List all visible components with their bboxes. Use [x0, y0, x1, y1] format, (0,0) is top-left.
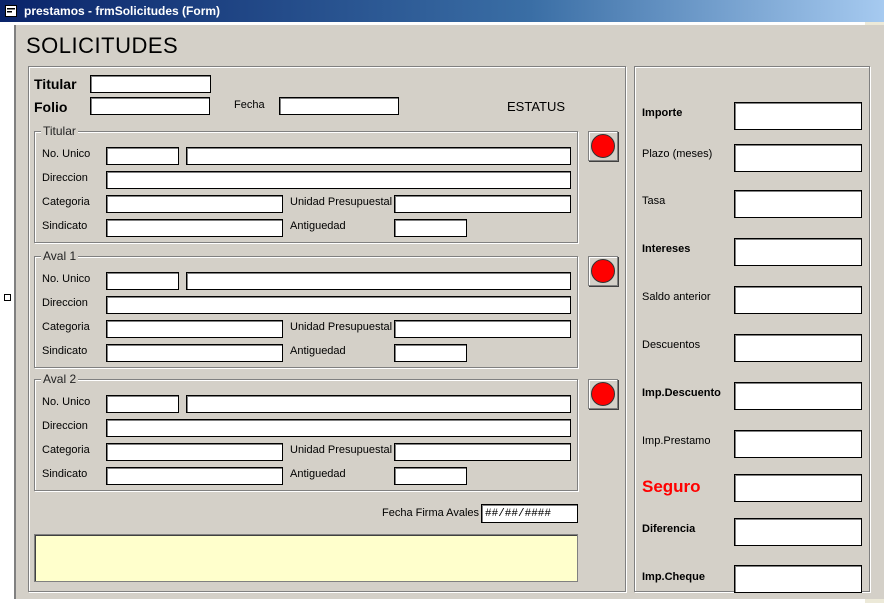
imp-cheque-input[interactable]	[734, 565, 862, 593]
titular-unidad-label: Unidad Presupuestal	[290, 196, 393, 208]
titular-antiguedad-label: Antiguedad	[290, 220, 346, 232]
diferencia-label: Diferencia	[642, 523, 696, 535]
titular-direccion-input[interactable]	[106, 171, 571, 189]
fecha-label: Fecha	[234, 99, 265, 111]
tasa-label: Tasa	[642, 195, 666, 207]
plazo-input[interactable]	[734, 144, 862, 172]
imp-descuento-input[interactable]	[734, 382, 862, 410]
importe-input[interactable]	[734, 102, 862, 130]
aval2-direccion-label: Direccion	[42, 420, 88, 432]
aval2-unidad-label: Unidad Presupuestal	[290, 444, 393, 456]
page-title: SOLICITUDES	[26, 33, 179, 58]
intereses-input[interactable]	[734, 238, 862, 266]
imp-descuento-label: Imp.Descuento	[642, 387, 721, 399]
descuentos-label: Descuentos	[642, 339, 701, 351]
titular-unidad-input[interactable]	[394, 195, 571, 213]
aval1-no-unico-label: No. Unico	[42, 273, 91, 285]
imp-prestamo-label: Imp.Prestamo	[642, 435, 711, 447]
window-title: prestamos - frmSolicitudes (Form)	[24, 4, 221, 18]
group-aval-2-title: Aval 2	[41, 372, 79, 386]
aval2-unidad-input[interactable]	[394, 443, 571, 461]
titular-antiguedad-input[interactable]	[394, 219, 467, 237]
aval2-no-unico-input[interactable]	[106, 395, 179, 413]
red-circle-icon	[591, 382, 615, 406]
titular-nombre-input[interactable]	[186, 147, 571, 165]
aval2-categoria-input[interactable]	[106, 443, 283, 461]
red-circle-icon	[591, 259, 615, 283]
titular-categoria-input[interactable]	[106, 195, 283, 213]
titular-no-unico-label: No. Unico	[42, 148, 91, 160]
estatus-label: ESTATUS	[507, 99, 566, 114]
aval1-categoria-label: Categoria	[42, 321, 90, 333]
red-circle-icon	[591, 134, 615, 158]
window-titlebar[interactable]: prestamos - frmSolicitudes (Form)	[0, 0, 884, 22]
aval1-antiguedad-label: Antiguedad	[290, 345, 346, 357]
imp-prestamo-input[interactable]	[734, 430, 862, 458]
aval1-unidad-label: Unidad Presupuestal	[290, 321, 393, 333]
fecha-firma-input[interactable]	[481, 504, 578, 523]
titular-categoria-label: Categoria	[42, 196, 90, 208]
tasa-input[interactable]	[734, 190, 862, 218]
selection-handle[interactable]	[4, 294, 11, 301]
aval2-nombre-input[interactable]	[186, 395, 571, 413]
titular-direccion-label: Direccion	[42, 172, 88, 184]
aval1-unidad-input[interactable]	[394, 320, 571, 338]
plazo-label: Plazo (meses)	[642, 148, 713, 160]
notes-area[interactable]	[34, 534, 578, 582]
fecha-firma-label: Fecha Firma Avales	[382, 507, 480, 519]
titular-sindicato-label: Sindicato	[42, 220, 88, 232]
aval2-sindicato-input[interactable]	[106, 467, 283, 485]
aval1-sindicato-label: Sindicato	[42, 345, 88, 357]
aval1-direccion-input[interactable]	[106, 296, 571, 314]
seguro-input[interactable]	[734, 474, 862, 502]
imp-cheque-label: Imp.Cheque	[642, 571, 705, 583]
aval1-nombre-input[interactable]	[186, 272, 571, 290]
aval2-antiguedad-label: Antiguedad	[290, 468, 346, 480]
aval1-no-unico-input[interactable]	[106, 272, 179, 290]
fecha-input[interactable]	[279, 97, 399, 115]
descuentos-input[interactable]	[734, 334, 862, 362]
diferencia-input[interactable]	[734, 518, 862, 546]
aval2-sindicato-label: Sindicato	[42, 468, 88, 480]
aval1-categoria-input[interactable]	[106, 320, 283, 338]
seguro-label: Seguro	[642, 477, 701, 496]
folio-label: Folio	[34, 99, 68, 115]
aval1-status-button[interactable]	[588, 256, 618, 286]
titular-label: Titular	[34, 76, 77, 92]
form-icon	[4, 4, 18, 18]
aval2-categoria-label: Categoria	[42, 444, 90, 456]
aval2-direccion-input[interactable]	[106, 419, 571, 437]
aval1-sindicato-input[interactable]	[106, 344, 283, 362]
folio-input[interactable]	[90, 97, 210, 115]
group-titular-title: Titular	[41, 124, 78, 138]
intereses-label: Intereses	[642, 243, 691, 255]
importe-label: Importe	[642, 107, 683, 119]
aval1-antiguedad-input[interactable]	[394, 344, 467, 362]
group-aval-1-title: Aval 1	[41, 249, 79, 263]
aval1-direccion-label: Direccion	[42, 297, 88, 309]
aval2-no-unico-label: No. Unico	[42, 396, 91, 408]
aval2-antiguedad-input[interactable]	[394, 467, 467, 485]
titular-input[interactable]	[90, 75, 211, 93]
saldo-anterior-label: Saldo anterior	[642, 291, 711, 303]
titular-status-button[interactable]	[588, 131, 618, 161]
titular-no-unico-input[interactable]	[106, 147, 179, 165]
saldo-anterior-input[interactable]	[734, 286, 862, 314]
titular-sindicato-input[interactable]	[106, 219, 283, 237]
aval2-status-button[interactable]	[588, 379, 618, 409]
